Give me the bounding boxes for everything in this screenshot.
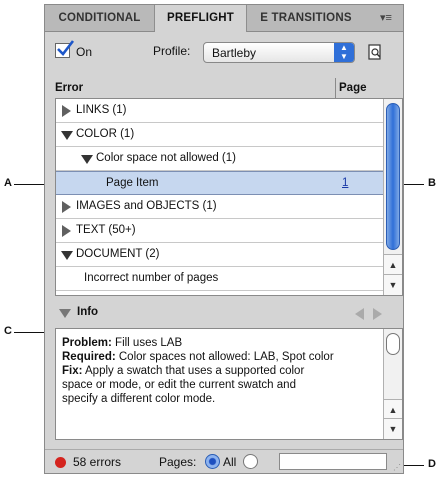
error-list: LINKS (1) COLOR (1) Color space not allo… xyxy=(55,98,403,296)
error-row-color[interactable]: COLOR (1) xyxy=(56,123,384,147)
pages-all-radio[interactable] xyxy=(205,454,220,469)
column-divider xyxy=(335,78,336,98)
tab-conditional[interactable]: CONDITIONAL xyxy=(45,5,155,31)
fix-label: Fix: xyxy=(62,365,83,377)
on-checkbox[interactable] xyxy=(55,40,75,58)
info-scrollbar-thumb[interactable] xyxy=(386,333,400,355)
problem-label: Problem: xyxy=(62,337,112,349)
error-status-icon xyxy=(55,457,66,468)
fix-text-1: Apply a swatch that uses a supported col… xyxy=(82,365,305,377)
callout-c: C xyxy=(4,325,12,337)
info-scrollbar[interactable]: ▲ ▼ xyxy=(383,329,402,439)
collapse-arrow-icon[interactable] xyxy=(81,155,93,164)
error-count: 58 errors xyxy=(73,455,122,469)
expand-arrow-icon[interactable] xyxy=(62,105,71,117)
pages-range-input[interactable] xyxy=(279,453,387,470)
define-profiles-icon[interactable] xyxy=(365,42,385,62)
resize-grip-icon[interactable]: ⋰ xyxy=(393,463,401,472)
status-bar: 58 errors Pages: All ⋰ xyxy=(45,449,403,474)
panel-menu-button[interactable]: ▾≡ xyxy=(369,5,403,31)
info-title: Info xyxy=(77,306,99,318)
required-line: Required: Color spaces not allowed: LAB,… xyxy=(62,350,362,364)
info-header: Info xyxy=(55,301,403,325)
expand-arrow-icon[interactable] xyxy=(62,201,71,213)
error-row-images-objects[interactable]: IMAGES and OBJECTS (1) xyxy=(56,195,384,219)
error-label: Color space not allowed (1) xyxy=(96,152,236,164)
next-error-icon[interactable] xyxy=(373,308,382,320)
info-scroll-up-icon[interactable]: ▲ xyxy=(384,399,402,420)
scrollbar-thumb[interactable] xyxy=(386,103,400,250)
tab-bar: CONDITIONAL PREFLIGHT E TRANSITIONS ▾≡ xyxy=(45,5,403,32)
required-text: Color spaces not allowed: LAB, Spot colo… xyxy=(115,351,334,363)
pages-range-radio[interactable] xyxy=(243,454,258,469)
error-label: LINKS (1) xyxy=(76,104,127,116)
page-link[interactable]: 1 xyxy=(342,177,348,189)
callout-d: D xyxy=(428,458,436,470)
error-label: DOCUMENT (2) xyxy=(76,248,160,260)
collapse-arrow-icon[interactable] xyxy=(61,131,73,140)
error-label: TEXT (50+) xyxy=(76,224,136,236)
callout-a: A xyxy=(4,177,12,189)
error-label: Page Item xyxy=(106,177,159,189)
fix-line: Fix: Apply a swatch that uses a supporte… xyxy=(62,364,362,378)
problem-line: Problem: Fill uses LAB xyxy=(62,336,362,350)
prev-error-icon[interactable] xyxy=(355,308,364,320)
profile-value: Bartleby xyxy=(212,46,257,60)
error-row-document[interactable]: DOCUMENT (2) xyxy=(56,243,384,267)
error-list-scrollbar[interactable]: ▲ ▼ xyxy=(383,99,402,295)
error-row-page-item[interactable]: Page Item 1 xyxy=(56,171,384,195)
scroll-down-icon[interactable]: ▼ xyxy=(384,274,402,295)
info-description: Problem: Fill uses LAB Required: Color s… xyxy=(55,328,403,440)
profile-label: Profile: xyxy=(153,44,191,58)
check-icon xyxy=(57,40,75,56)
callout-b: B xyxy=(428,177,436,189)
error-row-color-space[interactable]: Color space not allowed (1) xyxy=(56,147,384,171)
list-column-headers: Error Page xyxy=(55,78,403,98)
error-label: COLOR (1) xyxy=(76,128,135,140)
info-scroll-down-icon[interactable]: ▼ xyxy=(384,418,402,439)
scroll-up-icon[interactable]: ▲ xyxy=(384,254,402,275)
fix-line-2: space or mode, or edit the current swatc… xyxy=(62,379,296,391)
collapse-arrow-icon[interactable] xyxy=(61,251,73,260)
tab-preflight[interactable]: PREFLIGHT xyxy=(155,5,247,32)
preflight-panel: CONDITIONAL PREFLIGHT E TRANSITIONS ▾≡ O… xyxy=(44,4,404,474)
error-row-text[interactable]: TEXT (50+) xyxy=(56,219,384,243)
all-label: All xyxy=(223,455,237,469)
page-column-header[interactable]: Page xyxy=(339,82,367,94)
error-row-links[interactable]: LINKS (1) xyxy=(56,99,384,123)
on-label: On xyxy=(76,45,93,59)
error-label: Incorrect number of pages xyxy=(84,272,219,284)
expand-arrow-icon[interactable] xyxy=(62,225,71,237)
error-row-incorrect-pages[interactable]: Incorrect number of pages xyxy=(56,267,384,291)
error-label: IMAGES and OBJECTS (1) xyxy=(76,200,217,212)
pages-label: Pages: xyxy=(159,455,197,469)
required-label: Required: xyxy=(62,351,116,363)
problem-text: Fill uses LAB xyxy=(111,337,183,349)
tab-transitions[interactable]: E TRANSITIONS xyxy=(247,5,365,31)
select-arrows-icon: ▲ ▼ xyxy=(334,43,354,62)
error-column-header[interactable]: Error xyxy=(55,82,83,94)
preflight-toolbar: On Profile: Bartleby ▲ ▼ xyxy=(45,32,403,76)
profile-select[interactable]: Bartleby ▲ ▼ xyxy=(203,42,355,63)
info-collapse-icon[interactable] xyxy=(59,309,71,318)
fix-line-3: specify a different color mode. xyxy=(62,393,216,405)
